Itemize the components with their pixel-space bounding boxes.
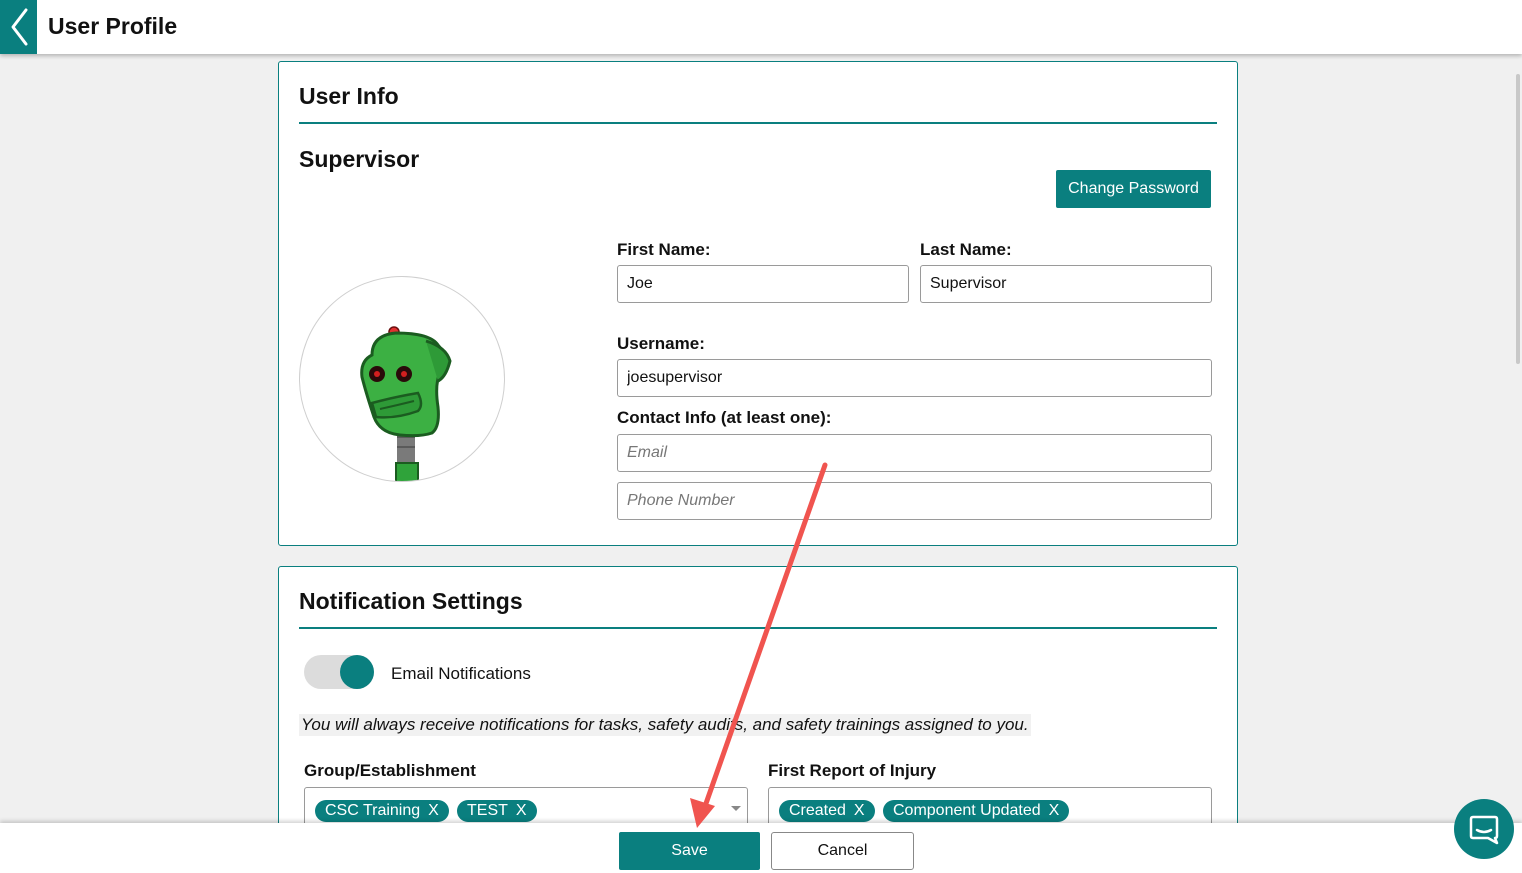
- first-name-label: First Name:: [617, 240, 711, 259]
- tag-label: CSC Training: [325, 802, 421, 819]
- tag-chip: TEST X: [457, 800, 537, 822]
- last-name-label: Last Name:: [920, 240, 1012, 259]
- top-bar: User Profile: [0, 0, 1522, 54]
- toggle-knob: [340, 655, 374, 689]
- avatar[interactable]: [299, 276, 505, 482]
- action-bar: Save Cancel: [0, 823, 1522, 873]
- user-info-title: User Info: [299, 83, 399, 109]
- page-title: User Profile: [48, 13, 178, 39]
- chat-button[interactable]: [1454, 799, 1514, 859]
- user-info-card: User Info Supervisor Change Password Fir…: [278, 61, 1238, 546]
- save-button[interactable]: Save: [619, 832, 760, 870]
- username-label: Username:: [617, 334, 705, 353]
- first-name-input[interactable]: [617, 265, 909, 303]
- email-notifications-label: Email Notifications: [391, 664, 531, 683]
- chevron-down-icon[interactable]: [731, 806, 741, 811]
- section-divider: [299, 627, 1217, 629]
- tag-chip: CSC Training X: [315, 800, 449, 822]
- back-button[interactable]: [0, 0, 37, 54]
- phone-number-input[interactable]: [617, 482, 1212, 520]
- scrollbar[interactable]: [1514, 60, 1522, 820]
- email-notifications-toggle[interactable]: [304, 655, 376, 691]
- first-report-of-injury-label: First Report of Injury: [768, 761, 937, 780]
- email-input[interactable]: [617, 434, 1212, 472]
- tag-remove-button[interactable]: X: [1049, 802, 1060, 819]
- role-title: Supervisor: [299, 146, 420, 172]
- tag-chip: Created X: [779, 800, 875, 822]
- robot-avatar-icon: [360, 326, 452, 481]
- cancel-button[interactable]: Cancel: [771, 832, 914, 870]
- last-name-input[interactable]: [920, 265, 1212, 303]
- contact-info-label: Contact Info (at least one):: [617, 408, 832, 427]
- group-establishment-label: Group/Establishment: [304, 761, 476, 780]
- tag-label: Created: [789, 802, 846, 819]
- notification-settings-card: Notification Settings Email Notification…: [278, 566, 1238, 846]
- tag-label: Component Updated: [893, 802, 1041, 819]
- change-password-button[interactable]: Change Password: [1056, 170, 1211, 208]
- username-input[interactable]: [617, 359, 1212, 397]
- chevron-left-icon: [11, 8, 27, 46]
- tag-chip: Component Updated X: [883, 800, 1070, 822]
- notification-settings-title: Notification Settings: [299, 588, 523, 614]
- scrollbar-thumb[interactable]: [1516, 74, 1520, 364]
- tag-remove-button[interactable]: X: [428, 802, 439, 819]
- tag-label: TEST: [467, 802, 508, 819]
- section-divider: [299, 122, 1217, 124]
- tag-remove-button[interactable]: X: [516, 802, 527, 819]
- tag-remove-button[interactable]: X: [854, 802, 865, 819]
- chat-bubble-icon: [1469, 815, 1499, 845]
- notification-notice: You will always receive notifications fo…: [299, 714, 1031, 736]
